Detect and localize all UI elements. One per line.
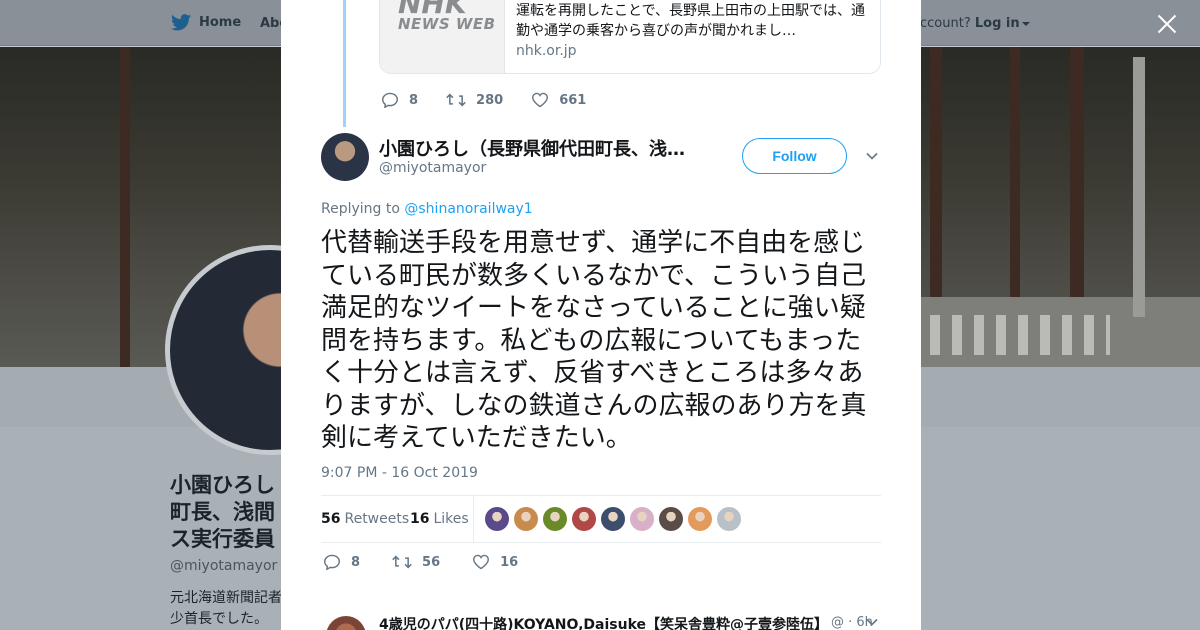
tweet-text: 代替輸送手段を用意せず、通学に不自由を感じている町民が数多くいるなかで、こういう… [321,228,867,453]
card-thumbnail: NHK NEWS WEB [380,0,505,73]
retweet-count: 56 [422,554,441,570]
twitter-bird-icon [171,14,191,31]
retweet-button[interactable]: 280 [446,92,503,108]
nav-account: ccount? Log in [920,16,1030,31]
tweet-timestamp[interactable]: 9:07 PM - 16 Oct 2019 [321,465,478,481]
login-link[interactable]: Log in [975,16,1020,31]
reply-count: 8 [351,554,361,570]
reply-button[interactable]: 8 [323,554,360,570]
liker-avatar[interactable] [572,507,596,531]
profile-name: 小園ひろし 町長、浅間 ス実行委員 [170,473,275,551]
reply-icon [381,92,399,108]
reply-button[interactable]: 8 [381,92,418,108]
liker-avatar[interactable] [601,507,625,531]
retweet-icon [392,555,412,569]
link-card[interactable]: NHK NEWS WEB 運転を再開したことで、長野県上田市の上田駅では、通勤や… [379,0,881,74]
replying-prefix: Replying to [321,201,400,217]
liker-avatar[interactable] [688,507,712,531]
card-description: 運転を再開したことで、長野県上田市の上田駅では、通勤や通学の乗客から喜びの声が聞… [516,3,866,39]
reply-count: 8 [409,92,419,108]
like-stat[interactable]: 16 Likes [410,511,469,527]
tweet-stats: 56 Retweets 16 Likes [321,495,881,543]
liker-avatar[interactable] [514,507,538,531]
liker-avatar[interactable] [543,507,567,531]
stats-divider [473,496,474,542]
author-handle[interactable]: @miyotamayor [379,160,486,176]
replying-to-link[interactable]: @shinanorailway1 [404,201,532,217]
liker-avatar[interactable] [485,507,509,531]
close-icon[interactable] [1155,12,1179,36]
caret-down-icon[interactable] [1021,21,1030,26]
tweet-modal: NHK NEWS WEB 運転を再開したことで、長野県上田市の上田駅では、通勤や… [281,0,921,630]
profile-handle: @miyotamayor [170,558,278,574]
profile-bio: 元北海道新聞記者 少首長でした。11 [170,590,282,627]
parent-tweet-actions: 8 280 661 [381,92,614,108]
liker-avatar[interactable] [717,507,741,531]
reply-author-name[interactable]: 4歳児のパパ(四十路)KOYANO,Daisuke【笑呆舎豊粋@子壹参陸伍】 [379,614,819,630]
account-prompt: ccount? [920,16,971,31]
heart-icon [473,554,490,570]
nhk-news-web-logo: NEWS WEB [398,15,496,33]
retweet-stat[interactable]: 56 Retweets [321,511,409,527]
like-button[interactable]: 661 [531,92,586,108]
chevron-down-icon[interactable] [866,616,878,628]
follow-button[interactable]: Follow [742,138,847,174]
chevron-down-icon[interactable] [866,150,878,162]
like-button[interactable]: 16 [472,554,518,570]
nav-home[interactable]: Home [171,14,241,31]
like-count: 661 [559,92,587,108]
author-avatar[interactable] [321,133,369,181]
heart-icon [532,92,549,108]
liker-avatar[interactable] [630,507,654,531]
retweet-button[interactable]: 56 [392,554,440,570]
like-stat-count: 16 [410,511,430,527]
thread-connector [343,0,346,127]
retweet-stat-label: Retweets [344,511,410,527]
reply-author-avatar[interactable] [326,616,366,630]
liker-avatar[interactable] [659,507,683,531]
tweet-actions: 8 56 16 [323,554,550,570]
reply-icon [323,554,341,570]
nav-home-label: Home [199,15,242,30]
liker-avatars [485,507,741,531]
author-name[interactable]: 小園ひろし（長野県御代田町長、浅… [379,135,685,161]
replying-to: Replying to @shinanorailway1 [321,201,533,217]
like-count: 16 [500,554,519,570]
retweet-stat-count: 56 [321,511,341,527]
like-stat-label: Likes [433,511,469,527]
card-domain: nhk.or.jp [516,43,577,59]
retweet-icon [446,93,466,107]
retweet-count: 280 [476,92,504,108]
